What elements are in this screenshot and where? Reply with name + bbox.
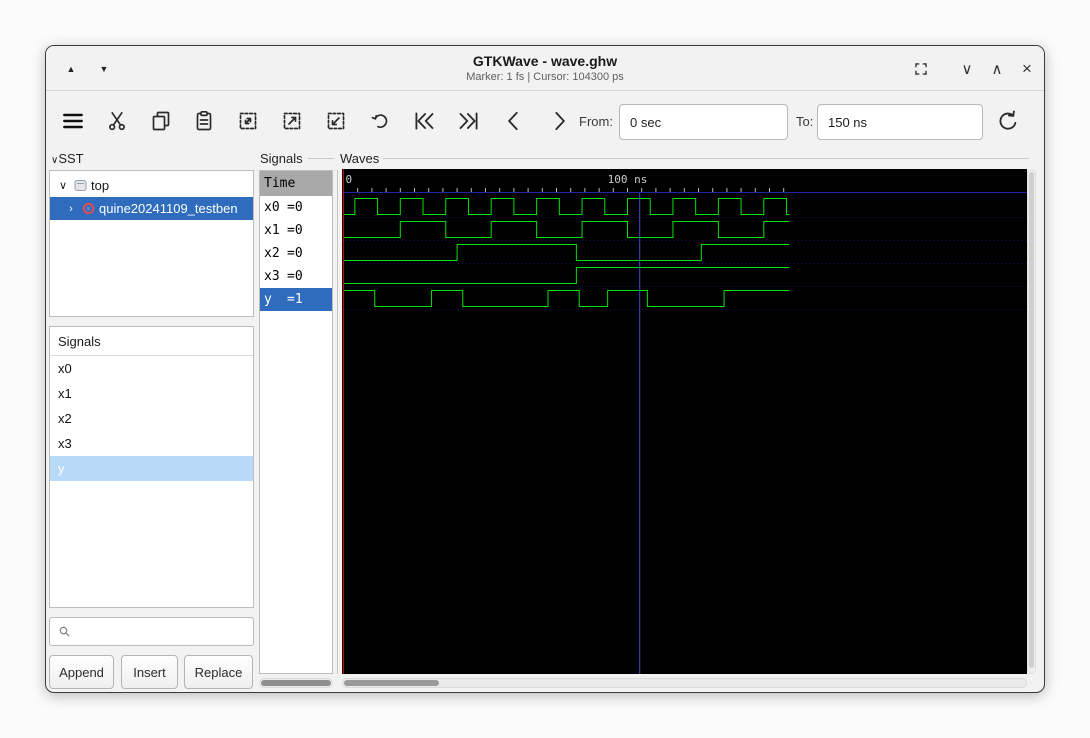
frame-line: [308, 158, 334, 159]
scrollbar-thumb[interactable]: [1029, 172, 1034, 668]
desktop: ▲ ▼ GTKWave - wave.ghw Marker: 1 fs | Cu…: [0, 0, 1090, 738]
fit-window-icon: [915, 63, 927, 75]
menu-button[interactable]: [58, 106, 88, 136]
search-input[interactable]: [77, 618, 253, 645]
chevron-down-icon: ∨: [961, 61, 973, 78]
signal-row-y[interactable]: y =1: [260, 288, 332, 311]
signals-frame-label: Signals: [260, 151, 303, 166]
cut-button[interactable]: [102, 106, 132, 136]
scrollbar-thumb[interactable]: [344, 680, 439, 686]
list-item-x3[interactable]: x3: [50, 431, 253, 456]
reload-icon: [999, 110, 1017, 130]
titlebar[interactable]: ▲ ▼ GTKWave - wave.ghw Marker: 1 fs | Cu…: [46, 46, 1044, 91]
expander-closed-icon: ›: [69, 202, 73, 215]
pane-splitter[interactable]: [337, 170, 338, 674]
svg-text:0: 0: [346, 173, 353, 186]
replace-button[interactable]: Replace: [184, 655, 253, 689]
waves-frame-label: Waves: [340, 151, 380, 166]
skip-to-end-button[interactable]: [454, 106, 484, 136]
sst-header[interactable]: ∨SST: [51, 151, 84, 166]
insert-button[interactable]: Insert: [121, 655, 178, 689]
list-item-x2[interactable]: x2: [50, 406, 253, 431]
zoom-fit-icon: [239, 112, 257, 130]
zoom-out-button[interactable]: [321, 106, 351, 136]
from-input[interactable]: [619, 104, 788, 140]
restore-window-button[interactable]: [908, 56, 934, 82]
reload-button[interactable]: [993, 106, 1023, 136]
chevron-up-icon: ∧: [991, 61, 1003, 78]
module-icon: [74, 180, 87, 191]
skip-to-start-button[interactable]: [409, 106, 439, 136]
sst-node-testbench[interactable]: › quine20241109_testben: [50, 197, 253, 220]
next-edge-button[interactable]: [544, 106, 574, 136]
signal-search-box: [49, 617, 254, 646]
signal-row-x1[interactable]: x1 =0: [260, 219, 332, 242]
tree-node-label: top: [91, 178, 110, 193]
waveform-canvas[interactable]: 0 100 ns: [342, 169, 1027, 674]
frame-line: [383, 158, 1029, 159]
sst-node-top[interactable]: ∨ top: [50, 174, 253, 197]
paste-button[interactable]: [189, 106, 219, 136]
zoom-in-button[interactable]: [277, 106, 307, 136]
chevron-left-icon: [508, 111, 518, 131]
tree-node-label: quine20241109_testben: [99, 201, 238, 216]
signal-name-pane: Time x0 =0 x1 =0 x2 =0 x3 =0 y =1: [259, 170, 333, 674]
waves-horizontal-scrollbar[interactable]: [342, 678, 1027, 688]
scissors-icon: [109, 111, 125, 131]
chevron-right-icon: [555, 111, 565, 131]
to-input[interactable]: [817, 104, 983, 140]
sst-tree-panel: ∨ top › quine20241109_testben: [49, 170, 254, 317]
copy-icon: [152, 111, 170, 131]
close-icon: ×: [1022, 59, 1032, 78]
signal-row-x2[interactable]: x2 =0: [260, 242, 332, 265]
maximize-button[interactable]: ∧: [984, 56, 1010, 82]
names-horizontal-scrollbar[interactable]: [259, 678, 333, 688]
list-item-y[interactable]: y: [50, 456, 253, 481]
gtkwave-window: ▲ ▼ GTKWave - wave.ghw Marker: 1 fs | Cu…: [45, 45, 1045, 693]
component-icon: [82, 202, 95, 215]
append-button[interactable]: Append: [49, 655, 114, 689]
signal-list-header: Signals: [50, 327, 253, 356]
window-title: GTKWave - wave.ghw: [472, 53, 618, 69]
list-item-x1[interactable]: x1: [50, 381, 253, 406]
waveform-svg: 0 100 ns: [342, 169, 1027, 674]
clipboard-paste-icon: [196, 110, 212, 131]
zoom-undo-button[interactable]: [365, 106, 395, 136]
hamburger-menu-icon: [63, 113, 83, 129]
scrollbar-thumb[interactable]: [261, 680, 331, 686]
signal-list-panel: Signals x0 x1 x2 x3 y: [49, 326, 254, 608]
svg-text:100 ns: 100 ns: [608, 173, 648, 186]
undo-arrow-icon: [371, 114, 388, 129]
minimize-button[interactable]: ∨: [954, 56, 980, 82]
marker-cursor-status: Marker: 1 fs | Cursor: 104300 ps: [466, 71, 624, 83]
zoom-fit-button[interactable]: [233, 106, 263, 136]
waves-vertical-scrollbar[interactable]: [1027, 169, 1036, 674]
previous-edge-button[interactable]: [499, 106, 529, 136]
signal-row-x0[interactable]: x0 =0: [260, 196, 332, 219]
skip-end-icon: [459, 112, 478, 130]
zoom-in-selection-icon: [283, 112, 301, 130]
list-item-x0[interactable]: x0: [50, 356, 253, 381]
zoom-out-selection-icon: [327, 112, 345, 130]
copy-button[interactable]: [146, 106, 176, 136]
signal-row-x3[interactable]: x3 =0: [260, 265, 332, 288]
time-header[interactable]: Time: [260, 171, 332, 196]
close-button[interactable]: ×: [1014, 56, 1040, 82]
search-icon: [59, 626, 70, 637]
to-label: To:: [796, 114, 814, 129]
from-label: From:: [579, 114, 613, 129]
skip-start-icon: [415, 112, 434, 130]
expander-open-icon: ∨: [58, 180, 68, 192]
